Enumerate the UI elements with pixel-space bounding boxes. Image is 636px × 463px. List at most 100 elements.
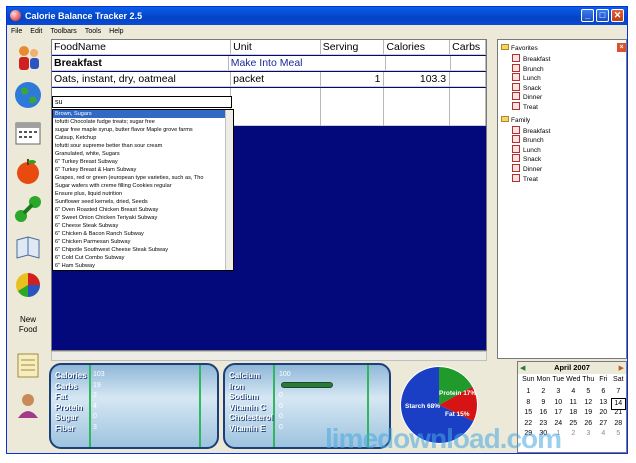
tree-item[interactable]: Breakfast	[512, 54, 550, 64]
calendar-day[interactable]: 15	[521, 408, 536, 418]
calendar-day[interactable]: 28	[611, 419, 626, 429]
menu-edit[interactable]: Edit	[30, 28, 42, 35]
menu-file[interactable]: File	[11, 28, 22, 35]
autocomplete-item[interactable]: 6" Chicken & Bacon Ranch Subway	[53, 230, 233, 238]
autocomplete-item[interactable]: 6" Cold Cut Combo Subway	[53, 254, 233, 262]
autocomplete-item[interactable]: 6" Turkey Breast Subway	[53, 158, 233, 166]
calendar-day[interactable]: 27	[596, 419, 611, 429]
food-search-input[interactable]: su	[52, 96, 232, 108]
tree-item[interactable]: Snack	[512, 154, 541, 164]
calendar-day[interactable]: 2	[536, 387, 551, 397]
calendar-day[interactable]: 25	[566, 419, 581, 429]
tree-item[interactable]: Lunch	[512, 73, 541, 83]
food-button[interactable]	[9, 153, 47, 189]
calendar-day[interactable]: 19	[581, 408, 596, 418]
calendar-day[interactable]: 4	[596, 429, 611, 439]
calendar-day[interactable]: 6	[596, 387, 611, 397]
people-button[interactable]	[9, 39, 47, 75]
tree-item[interactable]: Lunch	[512, 144, 541, 155]
tree-item[interactable]: Dinner	[512, 92, 542, 102]
autocomplete-item[interactable]: 6" Chicken Parmesan Subway	[53, 238, 233, 246]
tree-item[interactable]: Treat	[512, 173, 538, 184]
calendar-day[interactable]: 11	[566, 398, 581, 408]
autocomplete-item[interactable]: Granulated, white, Sugars	[53, 150, 233, 158]
person-button[interactable]	[9, 387, 47, 423]
calendar-day[interactable]: 9	[536, 398, 551, 408]
calendar-day[interactable]: 12	[581, 398, 596, 408]
autocomplete-item[interactable]: 6" Turkey Breast & Ham Subway	[53, 166, 233, 174]
calendar-day[interactable]: 5	[611, 429, 626, 439]
col-header-calories[interactable]: Calories	[384, 40, 451, 54]
menu-help[interactable]: Help	[109, 28, 123, 35]
minimize-button[interactable]: _	[581, 9, 594, 22]
serving-cell[interactable]: 1	[321, 72, 385, 86]
autocomplete-list[interactable]: Brown, Sugars tofutti Chocolate fudge tre…	[52, 109, 234, 271]
exercise-button[interactable]	[9, 191, 47, 227]
tree-item[interactable]: Treat	[512, 102, 538, 112]
calendar-day[interactable]: 20	[596, 408, 611, 418]
autocomplete-item[interactable]: tofutti sour supreme better than sour cr…	[53, 142, 233, 150]
col-header-serving[interactable]: Serving	[321, 40, 385, 54]
calendar-day[interactable]: 16	[536, 408, 551, 418]
autocomplete-item[interactable]: Grapes, red or green (european type vari…	[53, 174, 233, 182]
tree-item[interactable]: Brunch	[512, 135, 544, 145]
journal-button[interactable]	[9, 229, 47, 265]
autocomplete-item[interactable]: Ensure plus, liquid nutrition	[53, 190, 233, 198]
col-header-carbs[interactable]: Carbs	[450, 40, 486, 54]
make-into-meal-link[interactable]: Make Into Meal	[229, 56, 386, 70]
autocomplete-scrollbar[interactable]	[225, 110, 233, 270]
meal-tree: Favorites Breakfast Brunch Lunch Snack Dinner…	[497, 39, 627, 359]
new-food-button[interactable]: New Food	[9, 307, 47, 343]
autocomplete-item[interactable]: Sugar wafers with creme filling Cookies …	[53, 182, 233, 190]
close-button[interactable]: ✕	[611, 9, 624, 22]
unit-cell[interactable]: packet	[231, 72, 321, 86]
calendar-day[interactable]: 26	[581, 419, 596, 429]
col-header-unit[interactable]: Unit	[231, 40, 321, 54]
tree-item[interactable]: Brunch	[512, 63, 544, 74]
meal-row[interactable]: Breakfast Make Into Meal	[52, 56, 486, 71]
autocomplete-item[interactable]: sugar free maple syrup, butter flavor Ma…	[53, 126, 233, 134]
calendar-day[interactable]: 21	[611, 408, 626, 418]
calendar-day[interactable]: 4	[566, 387, 581, 397]
tree-item[interactable]: Dinner	[512, 164, 542, 174]
calendar-day[interactable]: 1	[521, 387, 536, 397]
chart-button[interactable]	[9, 267, 47, 303]
autocomplete-item[interactable]: Brown, Sugars	[53, 110, 233, 118]
menu-tools[interactable]: Tools	[85, 28, 101, 35]
calendar-day[interactable]: 17	[551, 408, 566, 418]
calendar-day[interactable]: 2	[566, 429, 581, 439]
tree-group-favorites[interactable]: Favorites	[501, 44, 538, 53]
autocomplete-item[interactable]: 6" Oven Roasted Chicken Breast Subway	[53, 206, 233, 214]
next-month-icon[interactable]: ▶	[619, 364, 624, 372]
autocomplete-item[interactable]: Catsup, Ketchup	[53, 134, 233, 142]
tree-group-family[interactable]: Family	[501, 115, 530, 125]
col-header-foodname[interactable]: FoodName	[52, 40, 232, 54]
food-name-cell[interactable]: Oats, instant, dry, oatmeal	[52, 72, 232, 86]
autocomplete-item[interactable]: 6" Chipotle Southwest Cheese Steak Subwa…	[53, 246, 233, 254]
calendar-button[interactable]	[9, 115, 47, 151]
prev-month-icon[interactable]: ◀	[520, 364, 525, 372]
calendar-day[interactable]: 10	[551, 398, 566, 408]
calendar-day[interactable]: 18	[566, 408, 581, 418]
autocomplete-item[interactable]: 6" Ham Subway	[53, 262, 233, 270]
title-bar[interactable]: Calorie Balance Tracker 2.5 _ □ ✕	[7, 7, 627, 25]
autocomplete-item[interactable]: Sunflower seed kernels, dried, Seeds	[53, 198, 233, 206]
maximize-button[interactable]: □	[596, 9, 609, 22]
food-row[interactable]: Oats, instant, dry, oatmeal packet 1 103…	[52, 72, 486, 87]
menu-toolbars[interactable]: Toolbars	[50, 28, 76, 35]
calendar-day[interactable]: 3	[551, 387, 566, 397]
calendar-day[interactable]: 3	[581, 429, 596, 439]
autocomplete-item[interactable]: 6" Sweet Onion Chicken Teriyaki Subway	[53, 214, 233, 222]
calendar-day[interactable]: 5	[581, 387, 596, 397]
tree-item[interactable]: Snack	[512, 82, 541, 93]
calendar-day[interactable]: 13	[596, 398, 611, 408]
autocomplete-item[interactable]: 6" Cheese Steak Subway	[53, 222, 233, 230]
globe-button[interactable]	[9, 77, 47, 113]
grid-horizontal-scrollbar[interactable]	[51, 351, 487, 361]
notes-button[interactable]	[9, 347, 47, 383]
tree-item[interactable]: Breakfast	[512, 125, 550, 136]
tree-close-icon[interactable]: ×	[617, 43, 626, 52]
calendar-day[interactable]: 8	[521, 398, 536, 408]
autocomplete-item[interactable]: tofutti Chocolate fudge treats; sugar fr…	[53, 118, 233, 126]
calendar-day[interactable]: 7	[611, 387, 626, 397]
